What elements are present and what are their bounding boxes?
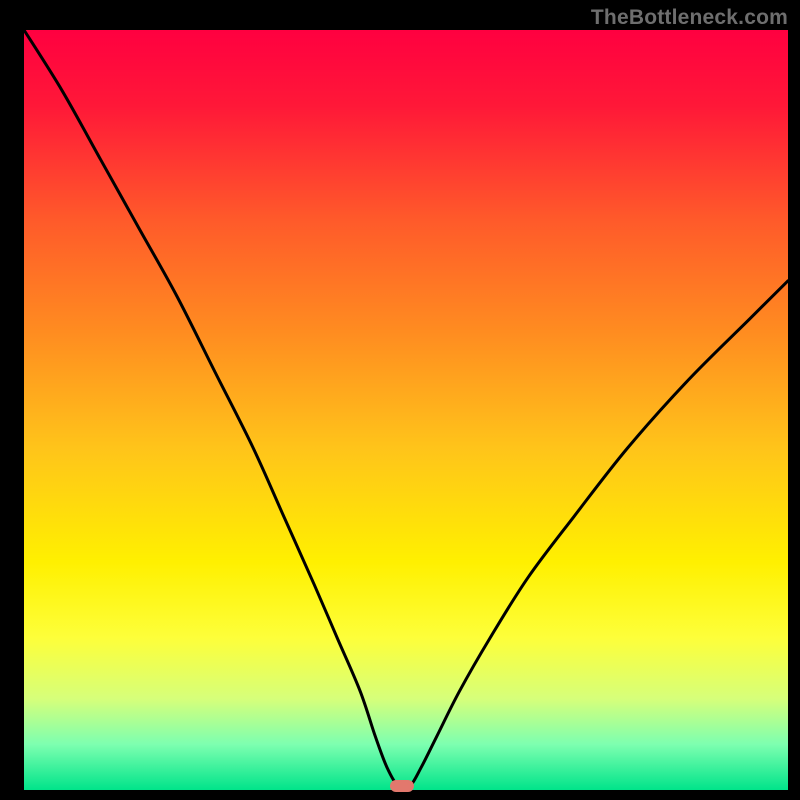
watermark-text: TheBottleneck.com [591, 6, 788, 30]
optimum-marker [390, 780, 414, 792]
stage: TheBottleneck.com [0, 0, 800, 800]
bottleneck-curve [24, 30, 788, 790]
plot-area [24, 30, 788, 790]
